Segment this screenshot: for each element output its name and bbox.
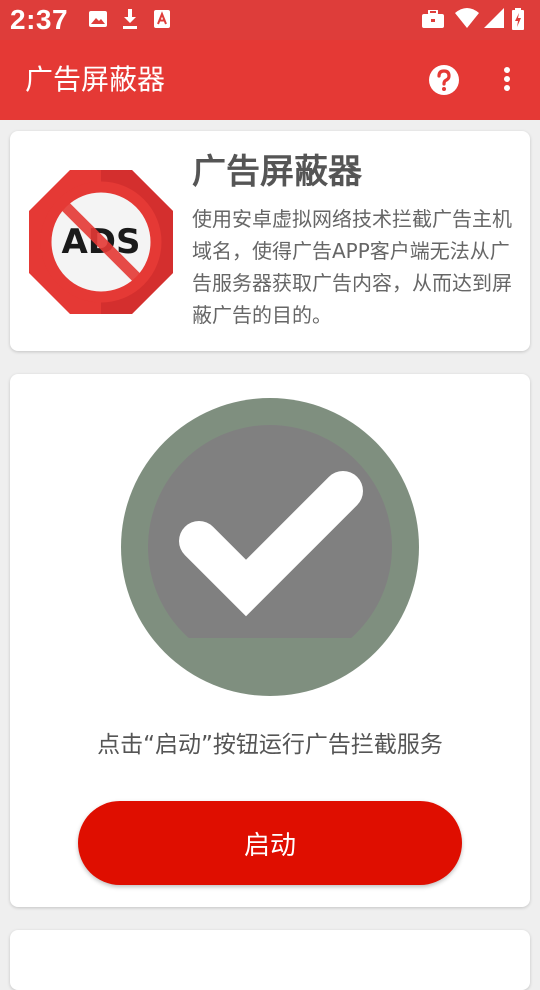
help-icon: [429, 65, 459, 95]
briefcase-icon: [422, 10, 444, 28]
info-title: 广告屏蔽器: [192, 152, 362, 192]
wifi-icon: [455, 8, 479, 28]
start-button[interactable]: 启动: [78, 801, 462, 885]
ads-blocked-logo: ADS: [29, 170, 173, 314]
status-indicator: [121, 398, 419, 696]
main-card: 点击“启动”按钮运行广告拦截服务 启动: [10, 374, 530, 907]
hint-text: 点击“启动”按钮运行广告拦截服务: [97, 732, 443, 758]
download-icon: [123, 9, 137, 29]
app-bar: 广告屏蔽器: [0, 40, 540, 120]
info-description: 使用安卓虚拟网络技术拦截广告主机域名，使得广告APP客户端无法从广告服务器获取广…: [192, 207, 512, 327]
next-card: [10, 930, 530, 990]
status-system-icons: [422, 8, 532, 30]
font-icon: [154, 10, 170, 28]
status-time: 2:37: [10, 4, 69, 35]
battery-charging-icon: [512, 8, 524, 30]
info-card: ADS 广告屏蔽器 使用安卓虚拟网络技术拦截广告主机域名，使得广告APP客户端无…: [10, 131, 530, 351]
app-title: 广告屏蔽器: [25, 63, 166, 96]
more-vert-icon: [504, 67, 510, 91]
status-bar: 2:37: [0, 0, 540, 40]
signal-icon: [484, 8, 504, 28]
image-icon: [89, 11, 107, 27]
more-options-button[interactable]: [490, 60, 524, 100]
help-button[interactable]: [424, 60, 464, 100]
